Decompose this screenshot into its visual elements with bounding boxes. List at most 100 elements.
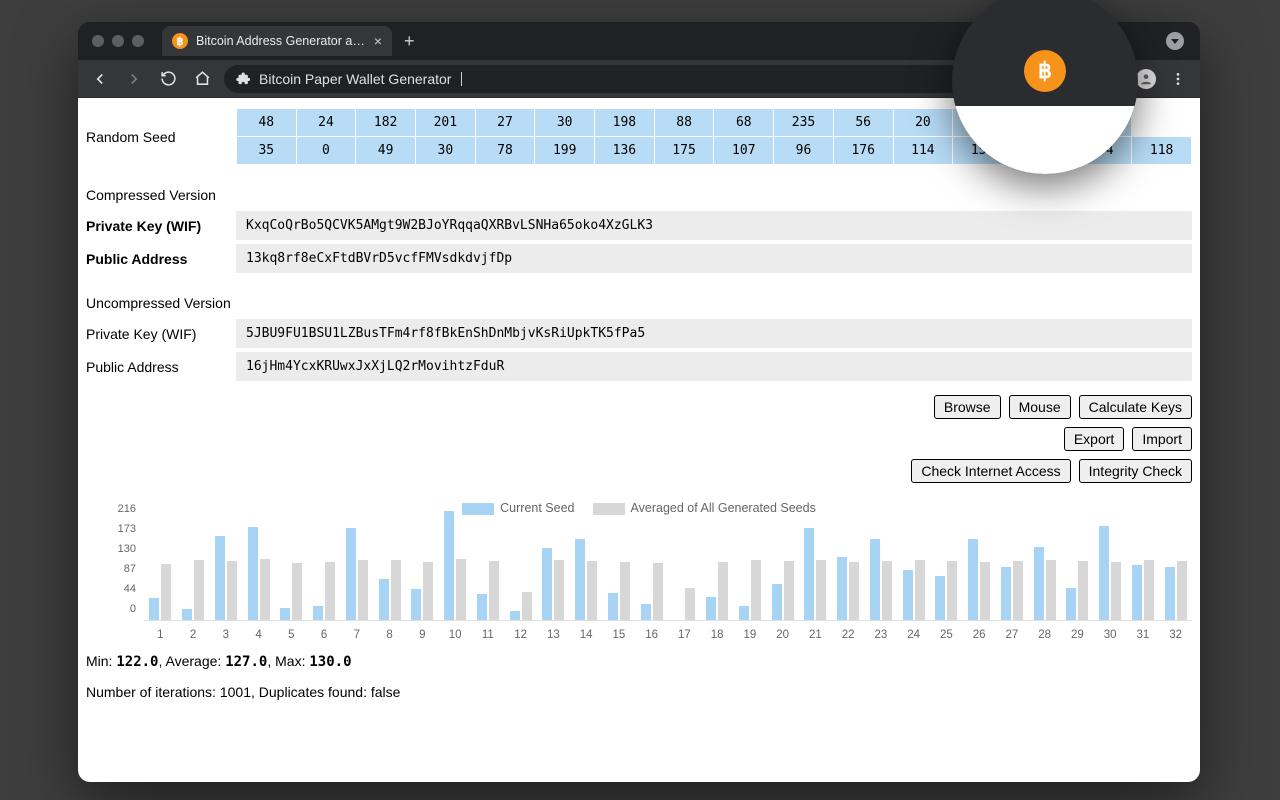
seed-cell: 0: [296, 137, 356, 165]
y-tick: 87: [124, 563, 136, 575]
seed-cell: 48: [237, 109, 297, 137]
x-tick: 11: [472, 629, 505, 641]
bar-group: [963, 539, 996, 620]
bar-group: [1094, 526, 1127, 620]
x-tick: 4: [242, 629, 275, 641]
x-tick: 16: [635, 629, 668, 641]
bar-group: [1028, 547, 1061, 620]
close-tab-icon[interactable]: ×: [374, 33, 382, 49]
browser-tab[interactable]: ฿ Bitcoin Address Generator and ×: [162, 26, 392, 56]
seed-cell: 78: [475, 137, 535, 165]
bar-group: [406, 562, 439, 620]
uncompressed-heading: Uncompressed Version: [86, 295, 1192, 311]
minimize-window-icon[interactable]: [112, 35, 124, 47]
bar-current-seed: [870, 539, 880, 620]
bar-averaged-seed: [620, 562, 630, 620]
bar-group: [832, 557, 865, 620]
profile-button[interactable]: [1136, 69, 1156, 89]
bar-current-seed: [1001, 567, 1011, 620]
x-tick: 6: [308, 629, 341, 641]
integrity-check-button[interactable]: Integrity Check: [1079, 459, 1192, 483]
bar-group: [668, 588, 701, 620]
y-tick: 0: [130, 603, 136, 615]
home-button[interactable]: [190, 67, 214, 91]
bar-averaged-seed: [423, 562, 433, 620]
bar-averaged-seed: [1144, 560, 1154, 620]
uncompressed-private-key-value[interactable]: 5JBU9FU1BSU1LZBusTFm4rf8fBkEnShDnMbjvKsR…: [236, 319, 1192, 348]
x-tick: 28: [1028, 629, 1061, 641]
bar-averaged-seed: [260, 559, 270, 620]
x-tick: 13: [537, 629, 570, 641]
bar-averaged-seed: [784, 561, 794, 620]
back-button[interactable]: [88, 67, 112, 91]
seed-cell: 114: [893, 137, 953, 165]
uncompressed-public-address-value[interactable]: 16jHm4YcxKRUwxJxXjLQ2rMovihtzFduR: [236, 352, 1192, 381]
bar-current-seed: [182, 609, 192, 620]
bar-group: [308, 562, 341, 620]
x-tick: 20: [766, 629, 799, 641]
bar-group: [1127, 560, 1160, 620]
close-window-icon[interactable]: [92, 35, 104, 47]
import-button[interactable]: Import: [1132, 427, 1192, 451]
legend-label-current: Current Seed: [500, 501, 574, 515]
x-tick: 17: [668, 629, 701, 641]
x-tick: 18: [701, 629, 734, 641]
bar-group: [242, 527, 275, 620]
new-tab-button[interactable]: +: [404, 31, 415, 52]
browse-button[interactable]: Browse: [934, 395, 1001, 419]
legend-label-averaged: Averaged of All Generated Seeds: [631, 501, 816, 515]
bar-current-seed: [313, 606, 323, 620]
y-tick: 44: [124, 583, 136, 595]
bar-averaged-seed: [587, 561, 597, 620]
bar-current-seed: [1099, 526, 1109, 620]
bar-group: [537, 548, 570, 620]
random-seed-label: Random Seed: [86, 129, 236, 145]
bar-averaged-seed: [980, 562, 990, 620]
mouse-button[interactable]: Mouse: [1009, 395, 1071, 419]
bar-averaged-seed: [653, 563, 663, 620]
export-button[interactable]: Export: [1064, 427, 1124, 451]
x-tick: 27: [996, 629, 1029, 641]
bar-current-seed: [837, 557, 847, 620]
seed-cell: 199: [535, 137, 595, 165]
seed-cell: 35: [237, 137, 297, 165]
window-controls: [92, 35, 144, 47]
check-internet-button[interactable]: Check Internet Access: [911, 459, 1070, 483]
menu-button[interactable]: [1166, 67, 1190, 91]
zoom-window-icon[interactable]: [132, 35, 144, 47]
reload-button[interactable]: [156, 67, 180, 91]
seed-cell: 30: [535, 109, 595, 137]
tab-search-icon[interactable]: [1166, 32, 1184, 50]
bar-current-seed: [1034, 547, 1044, 620]
bar-averaged-seed: [456, 559, 466, 620]
uncompressed-public-address-label: Public Address: [86, 359, 236, 375]
seed-cell: 96: [774, 137, 834, 165]
bar-current-seed: [903, 570, 913, 620]
calculate-keys-button[interactable]: Calculate Keys: [1079, 395, 1192, 419]
uncompressed-private-key-label: Private Key (WIF): [86, 326, 236, 342]
bar-current-seed: [968, 539, 978, 620]
compressed-private-key-value[interactable]: KxqCoQrBo5QCVK5AMgt9W2BJoYRqqaQXRBvLSNHa…: [236, 211, 1192, 240]
compressed-public-address-value[interactable]: 13kq8rf8eCxFtdBVrD5vcfFMVsdkdvjfDp: [236, 244, 1192, 273]
bar-group: [930, 561, 963, 620]
bar-group: [570, 539, 603, 620]
bar-current-seed: [1165, 567, 1175, 620]
magnifier-overlay: ฿: [952, 0, 1138, 174]
x-tick: 1: [144, 629, 177, 641]
compressed-heading: Compressed Version: [86, 187, 1192, 203]
x-tick: 14: [570, 629, 603, 641]
x-tick: 22: [832, 629, 865, 641]
x-tick: 23: [865, 629, 898, 641]
bar-averaged-seed: [1046, 560, 1056, 620]
x-tick: 5: [275, 629, 308, 641]
bar-averaged-seed: [685, 588, 695, 620]
x-tick: 29: [1061, 629, 1094, 641]
bar-group: [373, 560, 406, 620]
bar-current-seed: [542, 548, 552, 620]
forward-button[interactable]: [122, 67, 146, 91]
chart-plot-area: [144, 521, 1192, 621]
seed-cell: 201: [415, 109, 475, 137]
seed-cell: 118: [1132, 137, 1192, 165]
bar-current-seed: [641, 604, 651, 620]
bar-group: [144, 564, 177, 620]
